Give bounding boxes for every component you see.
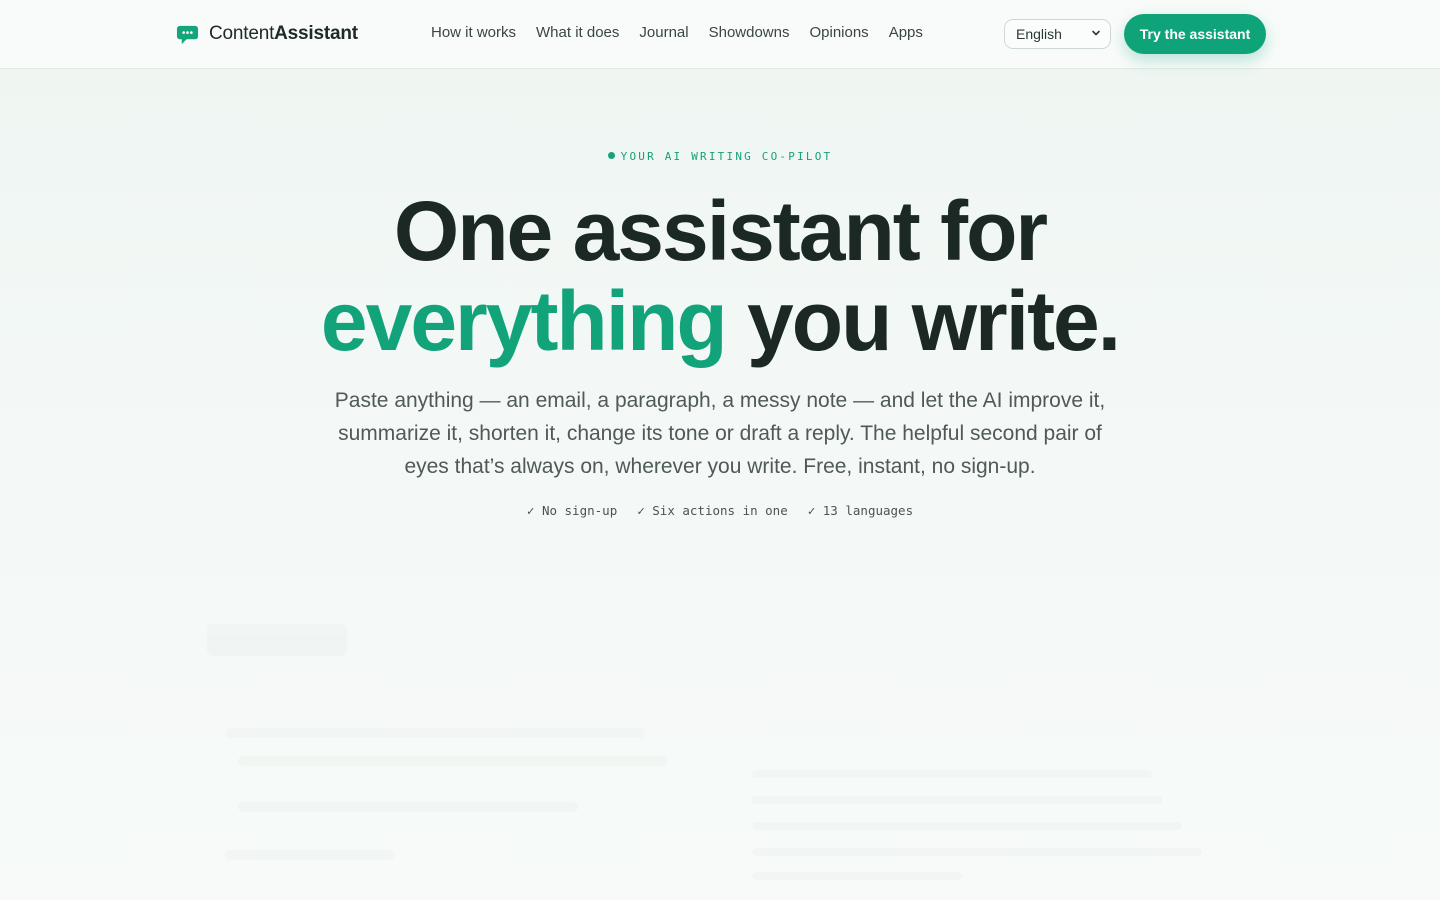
- main-nav: How it works What it does Journal Showdo…: [431, 24, 923, 41]
- nav-opinions[interactable]: Opinions: [809, 24, 868, 41]
- preview-line: [752, 872, 962, 880]
- language-select[interactable]: English: [1004, 19, 1111, 49]
- site-header: ContentAssistant How it works What it do…: [0, 0, 1440, 69]
- chevron-down-icon: [1092, 30, 1100, 36]
- check-six-actions: ✓ Six actions in one: [637, 503, 788, 518]
- check-no-signup: ✓ No sign-up: [526, 503, 618, 518]
- chat-bubble-icon: [176, 25, 199, 44]
- nav-journal[interactable]: Journal: [639, 24, 688, 41]
- headline-rest: you write.: [725, 274, 1121, 368]
- nav-what-it-does[interactable]: What it does: [536, 24, 619, 41]
- preview-line: [225, 850, 395, 860]
- preview-line: [752, 822, 1182, 830]
- faded-app-preview: [0, 600, 1440, 900]
- check-languages: ✓ 13 languages: [807, 503, 914, 518]
- preview-tab: [207, 624, 347, 656]
- preview-line: [225, 728, 645, 738]
- logo[interactable]: ContentAssistant: [176, 22, 358, 46]
- headline-line1: One assistant for: [393, 184, 1048, 278]
- preview-line: [752, 796, 1162, 804]
- preview-line: [752, 848, 1202, 856]
- nav-showdowns[interactable]: Showdowns: [709, 24, 790, 41]
- nav-apps[interactable]: Apps: [889, 24, 923, 41]
- language-selected: English: [1016, 26, 1062, 42]
- hero-eyebrow: YOUR AI WRITING CO-PILOT: [0, 150, 1440, 163]
- preview-line: [238, 756, 668, 766]
- hero-subtitle: Paste anything — an email, a paragraph, …: [334, 389, 1106, 478]
- feature-checks: ✓ No sign-up ✓ Six actions in one ✓ 13 l…: [0, 503, 1440, 518]
- hero-headline: One assistant for everything you write.: [0, 186, 1440, 366]
- preview-line: [752, 770, 1152, 778]
- headline-accent: everything: [320, 274, 728, 368]
- preview-line: [238, 802, 578, 812]
- eyebrow-dot-icon: [607, 152, 615, 159]
- try-assistant-button[interactable]: Try the assistant: [1124, 14, 1266, 54]
- nav-how-it-works[interactable]: How it works: [431, 24, 516, 41]
- logo-text: ContentAssistant: [209, 23, 358, 44]
